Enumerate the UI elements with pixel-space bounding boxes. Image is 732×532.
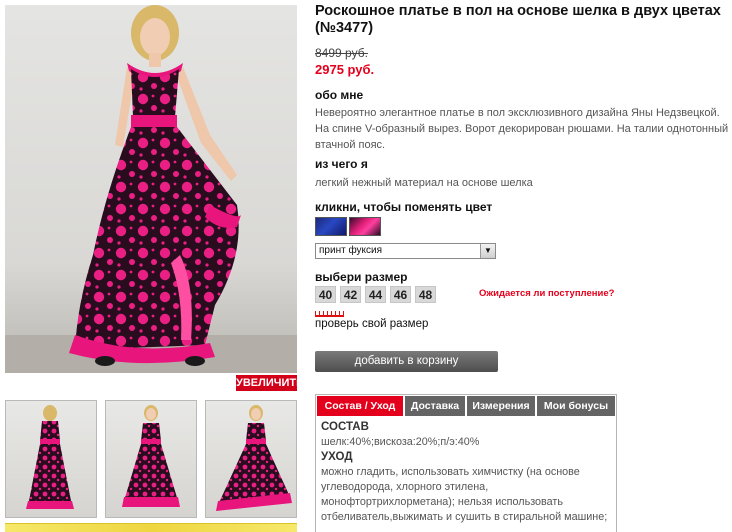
- color-swatch-fuchsia[interactable]: [349, 217, 381, 236]
- gallery-thumbnail[interactable]: [5, 400, 97, 518]
- check-size-link[interactable]: проверь свой размер: [315, 318, 428, 330]
- promo-banner-strip: [5, 523, 297, 532]
- tab-bonuses[interactable]: Мои бонусы: [537, 396, 615, 416]
- composition-text: шелк:40%;вискоза:20%;п/э:40%: [321, 436, 480, 448]
- material-heading: из чего я: [315, 157, 368, 171]
- color-swatch-blue[interactable]: [315, 217, 347, 236]
- color-select[interactable]: принт фуксия ▼: [315, 243, 496, 259]
- gallery-thumbnail[interactable]: [105, 400, 197, 518]
- color-select-value: принт фуксия: [319, 245, 383, 256]
- tab-panel: СОСТАВ шелк:40%;вискоза:20%;п/э:40% УХОД…: [321, 420, 613, 525]
- tab-composition-care[interactable]: Состав / Уход: [317, 396, 403, 416]
- size-heading: выбери размер: [315, 270, 408, 284]
- care-heading: УХОД: [321, 451, 353, 463]
- add-to-cart-button[interactable]: добавить в корзину: [315, 351, 498, 372]
- tab-delivery[interactable]: Доставка: [405, 396, 465, 416]
- product-title: Роскошное платье в пол на основе шелка в…: [315, 3, 721, 36]
- care-text: можно гладить, использовать химчистку (н…: [321, 466, 608, 523]
- about-text: Невероятно элегантное платье в пол экскл…: [315, 107, 729, 151]
- ruler-icon: [315, 311, 344, 317]
- new-price: 2975 руб.: [315, 62, 375, 77]
- size-option-40[interactable]: 40: [315, 286, 336, 303]
- main-product-photo[interactable]: [5, 5, 297, 373]
- material-text: легкий нежный материал на основе шелка: [315, 177, 533, 189]
- size-option-42[interactable]: 42: [340, 286, 361, 303]
- size-option-44[interactable]: 44: [365, 286, 386, 303]
- chevron-down-icon[interactable]: ▼: [480, 244, 495, 258]
- size-option-48[interactable]: 48: [415, 286, 436, 303]
- restock-notify-link[interactable]: Ожидается ли поступление?: [479, 288, 614, 299]
- color-heading: кликни, чтобы поменять цвет: [315, 200, 493, 214]
- tab-measurements[interactable]: Измерения: [467, 396, 535, 416]
- about-heading: обо мне: [315, 88, 364, 102]
- zoom-button[interactable]: УВЕЛИЧИТЬ: [236, 375, 304, 391]
- info-tabs: Состав / Уход Доставка Измерения Мои бон…: [315, 394, 617, 532]
- size-option-46[interactable]: 46: [390, 286, 411, 303]
- composition-heading: СОСТАВ: [321, 421, 369, 433]
- gallery-thumbnail[interactable]: [205, 400, 297, 518]
- old-price: 8499 руб.: [315, 46, 368, 60]
